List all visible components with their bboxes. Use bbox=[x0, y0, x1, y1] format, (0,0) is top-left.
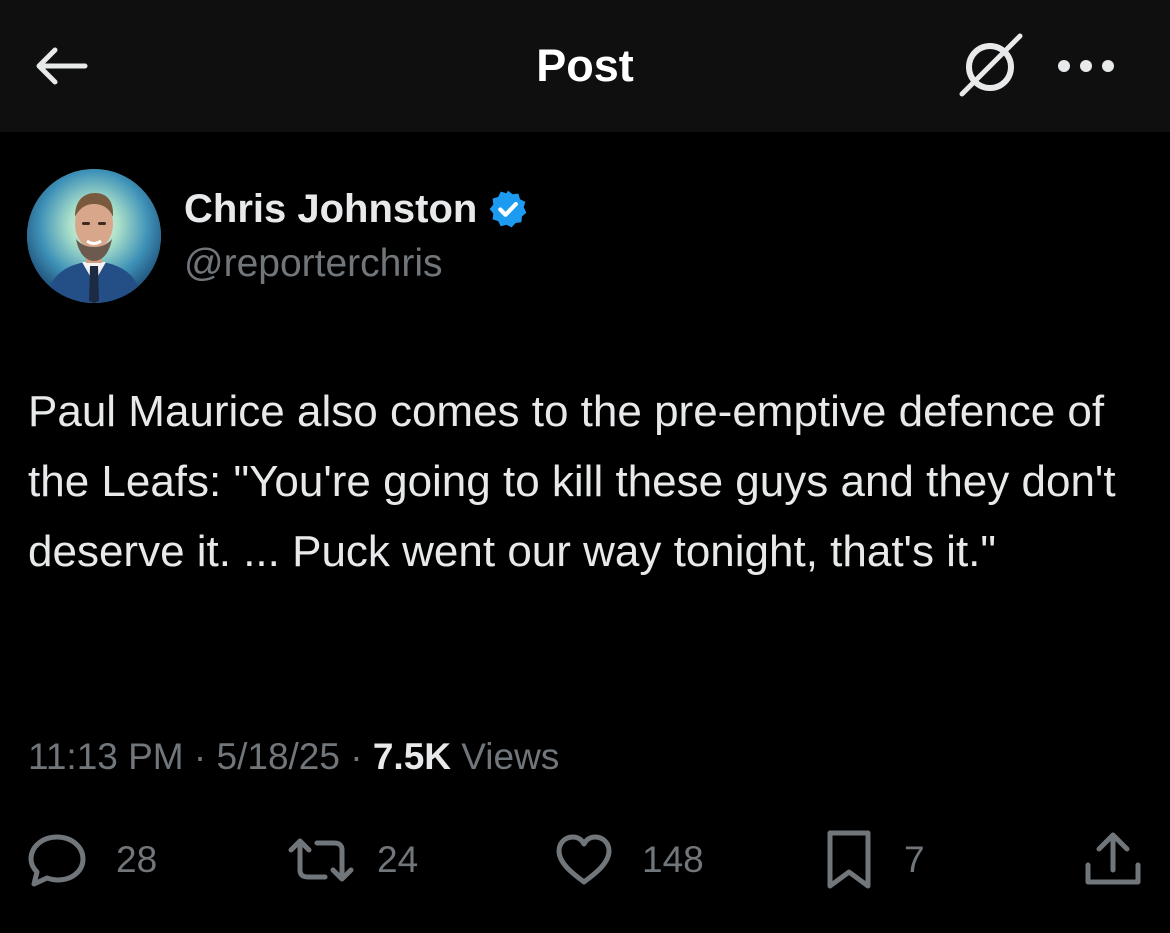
more-options-button[interactable] bbox=[1050, 38, 1122, 94]
post-meta: 11:13 PM · 5/18/25 · 7.5K Views bbox=[28, 732, 559, 782]
verified-badge-icon bbox=[487, 188, 529, 230]
repost-icon bbox=[288, 838, 354, 882]
avatar[interactable] bbox=[27, 169, 161, 303]
profile-photo bbox=[27, 169, 161, 303]
reply-button[interactable]: 28 bbox=[26, 828, 157, 892]
post-text: Paul Maurice also comes to the pre-empti… bbox=[28, 387, 1116, 576]
repost-count: 24 bbox=[377, 839, 419, 880]
more-icon bbox=[1058, 60, 1114, 72]
bookmark-button[interactable]: 7 bbox=[822, 828, 925, 892]
like-button[interactable]: 148 bbox=[554, 828, 704, 892]
meta-separator: · bbox=[193, 736, 207, 777]
grok-button[interactable] bbox=[952, 28, 1028, 104]
share-icon bbox=[1085, 832, 1141, 885]
top-bar: Post bbox=[0, 0, 1170, 132]
post-time[interactable]: 11:13 PM bbox=[28, 736, 184, 777]
post-date[interactable]: 5/18/25 bbox=[217, 736, 340, 777]
views-label: Views bbox=[461, 736, 560, 777]
repost-button[interactable]: 24 bbox=[287, 828, 418, 892]
author-name[interactable]: Chris Johnston bbox=[184, 184, 529, 234]
share-button[interactable] bbox=[1082, 828, 1144, 892]
author-name-text: Chris Johnston bbox=[184, 186, 478, 231]
reply-count: 28 bbox=[116, 839, 158, 880]
like-count: 148 bbox=[642, 839, 704, 880]
views-count: 7.5K bbox=[372, 736, 452, 777]
grok-icon bbox=[959, 33, 1023, 97]
bookmark-count: 7 bbox=[904, 839, 925, 880]
meta-separator: · bbox=[350, 736, 363, 777]
bookmark-icon bbox=[827, 830, 871, 889]
author-handle[interactable]: @reporterchris bbox=[184, 240, 443, 288]
reply-icon bbox=[28, 834, 86, 887]
heart-icon bbox=[556, 834, 612, 885]
